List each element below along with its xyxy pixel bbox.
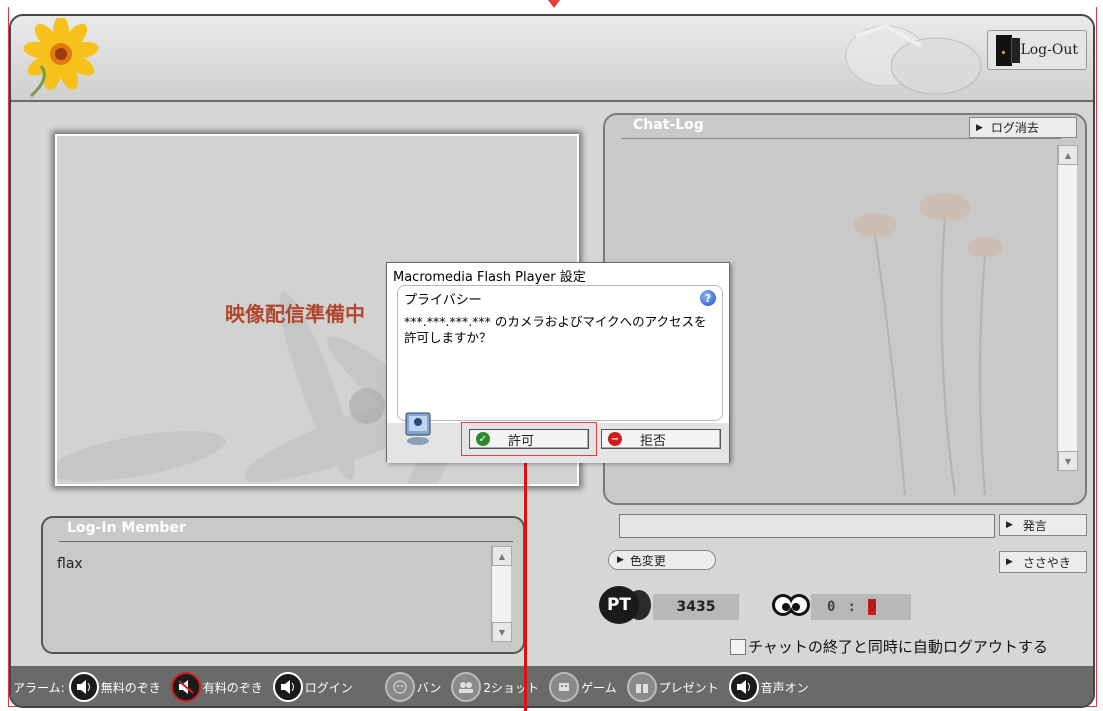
checkbox-icon[interactable]	[730, 638, 746, 655]
privacy-title: プライバシー	[404, 293, 482, 308]
speaker-muted-icon	[170, 672, 201, 702]
annotation-line	[524, 454, 527, 711]
scroll-up-icon[interactable]: ▲	[1058, 145, 1078, 165]
allow-label: 許可	[508, 433, 535, 449]
alarm-item-label: ゲーム	[580, 680, 617, 695]
auto-logout-label: チャットの終了と同時に自動ログアウトする	[748, 638, 1048, 656]
play-icon: ▶	[1006, 520, 1013, 530]
speaker-icon	[68, 672, 99, 702]
face-icon	[384, 672, 415, 702]
clear-log-label: ログ消去	[990, 121, 1039, 135]
allow-button[interactable]: ✓ 許可	[469, 429, 589, 449]
alarm-item-label: プレゼント	[658, 680, 719, 695]
alarm-item-label: バン	[416, 680, 442, 695]
play-icon: ▶	[617, 555, 624, 565]
flower-logo	[23, 18, 99, 98]
chat-scrollbar[interactable]: ▲ ▼	[1057, 145, 1078, 471]
alarm-item-label: 無料のぞき	[100, 680, 161, 695]
dialog-panel: プライバシー ? ***.***.***.*** のカメラおよびマイクへのアクセ…	[397, 285, 723, 421]
gift-icon	[626, 672, 657, 702]
deny-button[interactable]: − 拒否	[601, 429, 721, 449]
speaker-icon	[728, 672, 759, 702]
points-value: 3435	[653, 594, 739, 620]
message-input[interactable]	[619, 514, 995, 538]
color-change-label: 色変更	[629, 553, 666, 568]
eyes-icon	[772, 594, 810, 616]
scroll-down-icon[interactable]: ▼	[492, 622, 512, 642]
counter-separator: :	[847, 599, 856, 615]
monitor-icon	[405, 412, 431, 445]
alarm-game[interactable]: ゲーム	[547, 672, 617, 702]
member-scrollbar[interactable]: ▲ ▼	[491, 546, 512, 642]
logout-label: Log-Out	[1020, 42, 1078, 58]
scroll-up-icon[interactable]: ▲	[492, 546, 512, 566]
header: Log-Out	[11, 16, 1093, 102]
counter-b: 0	[867, 599, 877, 615]
whisper-label: ささやき	[1022, 555, 1071, 570]
stop-icon: −	[608, 432, 622, 446]
alarm-item-label: 2ショット	[483, 680, 539, 695]
glass-decoration	[845, 23, 982, 95]
speaker-icon	[272, 672, 303, 702]
login-member-panel: Log-In Member flax ▲ ▼	[41, 516, 525, 654]
alarm-present[interactable]: プレゼント	[625, 672, 719, 702]
alarm-item-label: 音声オン	[760, 680, 809, 695]
viewer-counter: 0 : 0	[811, 594, 911, 620]
door-knob	[1002, 51, 1005, 54]
alarm-login[interactable]: ログイン	[271, 672, 353, 702]
alarm-free-peek[interactable]: 無料のぞき	[67, 672, 161, 702]
auto-logout-checkbox[interactable]: チャットの終了と同時に自動ログアウトする	[730, 636, 1048, 657]
video-status-text: 映像配信準備中	[225, 302, 365, 326]
member-list-item[interactable]: flax	[57, 556, 83, 572]
chat-divider	[621, 138, 1061, 139]
alarm-sound-on[interactable]: 音声オン	[727, 672, 809, 702]
play-icon: ▶	[976, 122, 983, 133]
color-change-button[interactable]: ▶ 色変更	[608, 550, 716, 570]
member-panel-title: Log-In Member	[67, 520, 186, 536]
chat-log-title: Chat-Log	[633, 117, 704, 133]
say-button[interactable]: ▶ 発言	[999, 514, 1087, 536]
dialog-title: Macromedia Flash Player 設定	[393, 270, 586, 285]
check-icon: ✓	[476, 432, 490, 446]
alarm-paid-peek[interactable]: 有料のぞき	[169, 672, 263, 702]
say-label: 発言	[1022, 518, 1047, 533]
alarm-item-label: 有料のぞき	[202, 680, 263, 695]
counter-a: 0	[827, 599, 836, 615]
logout-button[interactable]: Log-Out	[987, 30, 1087, 70]
alarm-label: アラーム:	[13, 680, 65, 695]
door-icon	[996, 35, 1020, 66]
flash-privacy-dialog: Macromedia Flash Player 設定 プライバシー ? ***.…	[386, 262, 730, 463]
alarm-ban[interactable]: バン	[383, 672, 442, 702]
help-icon[interactable]: ?	[700, 290, 716, 306]
scroll-down-icon[interactable]: ▼	[1058, 451, 1078, 471]
deny-label: 拒否	[640, 433, 667, 449]
alarm-item-label: ログイン	[304, 680, 353, 695]
dialog-message: ***.***.***.*** のカメラおよびマイクへのアクセスを許可しますか？	[404, 314, 707, 345]
member-divider	[59, 541, 513, 542]
play-icon: ▶	[1006, 557, 1013, 567]
clear-log-button[interactable]: ▶ ログ消去	[969, 117, 1077, 138]
alarm-bar: アラーム: 無料のぞき 有料のぞき ログイン バン 2ショット ゲーム プレゼン…	[11, 666, 1093, 706]
game-icon	[548, 672, 579, 702]
flower-stem-decoration	[853, 193, 1003, 495]
two-person-icon	[451, 672, 482, 702]
points-icon: PT	[599, 586, 639, 624]
whisper-button[interactable]: ▶ ささやき	[999, 551, 1087, 573]
